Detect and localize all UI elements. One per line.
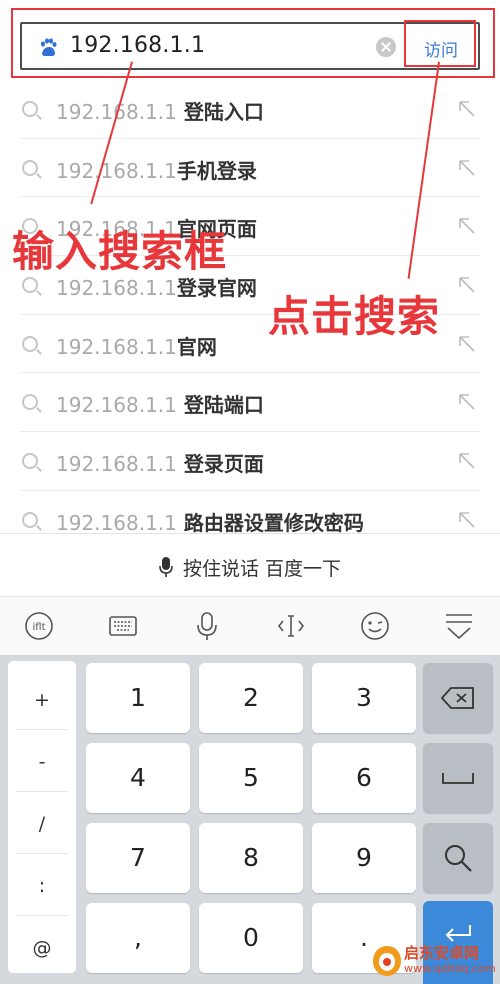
suggestion-suffix: 登陆入口 [176, 100, 264, 124]
svg-text:iflt: iflt [33, 622, 46, 633]
key-7[interactable]: 7 [86, 823, 190, 893]
suggestion-text: 192.168.1.1手机登录 [56, 155, 257, 184]
keyboard-toolbar: iflt [0, 597, 500, 655]
handwriting-icon[interactable]: iflt [24, 611, 54, 641]
suggestion-text: 192.168.1.1 登录页面 [56, 448, 264, 477]
symbol-key-at[interactable]: @ [8, 937, 76, 959]
key-8[interactable]: 8 [199, 823, 303, 893]
microphone-icon [159, 557, 173, 577]
search-icon [22, 277, 38, 294]
search-icon [22, 394, 38, 411]
key-6[interactable]: 6 [312, 743, 416, 813]
suggestion-prefix: 192.168.1.1 [56, 452, 177, 477]
suggestion-suffix: 登陆端口 [176, 393, 264, 418]
suggestion-suffix: 手机登录 [176, 158, 257, 183]
fill-arrow-icon[interactable] [458, 159, 476, 177]
annotation-click-label: 点击搜索 [268, 292, 441, 341]
suggestion-suffix: 登录页面 [176, 452, 264, 477]
symbol-divider [16, 791, 68, 792]
fill-arrow-icon[interactable] [458, 452, 476, 470]
voice-search-content: 按住说话 百度一下 [0, 554, 500, 581]
collapse-keyboard-icon[interactable] [444, 611, 474, 641]
cursor-icon[interactable] [276, 611, 306, 641]
symbol-key-minus[interactable]: - [8, 751, 76, 773]
backspace-icon [441, 687, 474, 709]
key-0[interactable]: 0 [199, 903, 303, 973]
keyboard-icon[interactable] [108, 611, 138, 641]
suggestion-prefix: 192.168.1.1 [56, 276, 177, 301]
fill-arrow-icon[interactable] [458, 217, 476, 235]
fill-arrow-icon[interactable] [458, 100, 476, 118]
suggestion-prefix: 192.168.1.1 [56, 334, 177, 359]
search-icon [22, 159, 38, 176]
fill-arrow-icon[interactable] [458, 335, 476, 353]
watermark-url: www.qdltdq.com [404, 962, 496, 975]
key-1[interactable]: 1 [86, 663, 190, 733]
key-9[interactable]: 9 [312, 823, 416, 893]
search-icon [445, 845, 472, 872]
microphone-icon[interactable] [192, 611, 222, 641]
symbol-divider [16, 729, 68, 730]
search-icon [22, 511, 38, 528]
key-2[interactable]: 2 [199, 663, 303, 733]
voice-search-label: 按住说话 百度一下 [182, 558, 342, 580]
emoji-icon[interactable] [360, 611, 390, 641]
symbol-key-colon[interactable]: : [8, 875, 76, 897]
suggestion-suffix: 登录官网 [176, 276, 257, 301]
search-icon [22, 453, 38, 470]
symbol-column: + - / : @ [8, 661, 76, 973]
symbol-divider [16, 853, 68, 854]
search-bar-area: 192.168.1.1 访问 [0, 0, 500, 90]
suggestion-prefix: 192.168.1.1 [56, 158, 177, 183]
suggestion-text: 192.168.1.1 路由器设置修改密码 [56, 507, 364, 536]
symbol-divider [16, 915, 68, 916]
key-3[interactable]: 3 [312, 663, 416, 733]
annotation-box-visit [404, 20, 476, 67]
suggestion-text: 192.168.1.1官网 [56, 331, 217, 360]
key-4[interactable]: 4 [86, 743, 190, 813]
search-icon [22, 335, 38, 352]
numeric-keyboard: + - / : @ 1 2 3 4 5 6 7 8 9 , 0 . [0, 655, 500, 984]
suggestion-prefix: 192.168.1.1 [56, 393, 177, 418]
search-key[interactable] [423, 823, 493, 893]
suggestion-item[interactable]: 192.168.1.1 登陆端口 [0, 373, 500, 432]
annotation-input-label: 输入搜索框 [12, 227, 228, 276]
symbol-key-plus[interactable]: + [8, 689, 76, 711]
space-key[interactable] [423, 743, 493, 813]
key-5[interactable]: 5 [199, 743, 303, 813]
search-icon [22, 101, 38, 117]
suggestion-item[interactable]: 192.168.1.1 登录页面 [0, 432, 500, 491]
backspace-key[interactable] [423, 663, 493, 733]
fill-arrow-icon[interactable] [458, 511, 476, 529]
suggestion-prefix: 192.168.1.1 [56, 510, 177, 535]
suggestion-text: 192.168.1.1 登陆入口 [56, 96, 264, 125]
fill-arrow-icon[interactable] [458, 393, 476, 411]
suggestion-text: 192.168.1.1 登陆端口 [56, 389, 264, 418]
voice-search-bar[interactable]: 按住说话 百度一下 [0, 533, 500, 597]
fill-arrow-icon[interactable] [458, 276, 476, 294]
suggestion-suffix: 路由器设置修改密码 [176, 510, 364, 535]
key-comma[interactable]: , [86, 903, 190, 973]
suggestion-item[interactable]: 192.168.1.1 登陆入口 [0, 80, 500, 139]
symbol-key-slash[interactable]: / [8, 813, 76, 835]
watermark: 启东安卓网 www.qdltdq.com [372, 940, 500, 984]
watermark-name: 启东安卓网 [404, 944, 480, 962]
suggestion-suffix: 官网 [176, 334, 217, 359]
space-icon [442, 773, 474, 784]
watermark-logo-icon [373, 946, 401, 976]
